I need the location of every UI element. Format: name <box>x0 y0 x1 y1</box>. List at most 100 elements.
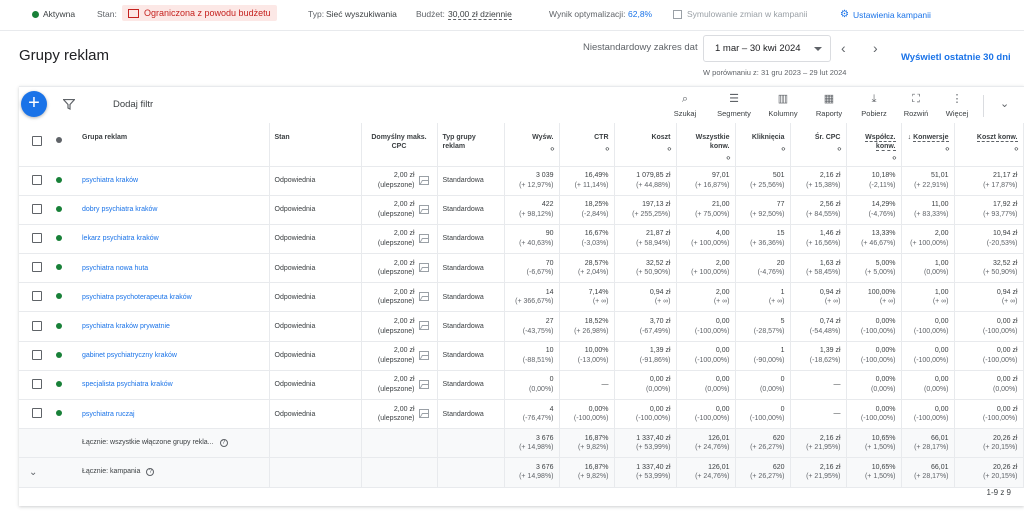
search-tool-label: Szukaj <box>673 109 697 118</box>
ad-group-name-link[interactable]: psychiatra nowa huta <box>77 253 270 284</box>
campaign-settings-link[interactable]: ⚙ Ustawienia kampanii <box>840 9 931 20</box>
view-last-30-days-button[interactable]: Wyświetl ostatnie 30 dni <box>901 52 1011 63</box>
download-icon: ⤓ <box>871 93 877 105</box>
reports-tool-button[interactable]: ▦ Raporty <box>805 93 853 118</box>
next-period-icon[interactable]: › <box>873 40 878 56</box>
row-checkbox[interactable] <box>32 320 42 331</box>
more-tool-button[interactable]: ⋮ Więcej <box>933 93 981 118</box>
bid-edit-icon[interactable] <box>418 175 429 185</box>
bid-edit-icon[interactable] <box>418 321 429 331</box>
col-cost[interactable]: Koszt ‹› <box>614 123 677 167</box>
columns-tool-button[interactable]: ▥ Kolumny <box>759 93 807 118</box>
row-checkbox[interactable] <box>32 262 42 273</box>
col-impressions[interactable]: Wyśw. ‹› <box>504 123 560 167</box>
default-cpc-cell[interactable]: 2,00 zł (ulepszone) <box>361 399 438 430</box>
bid-edit-icon[interactable] <box>418 292 429 302</box>
chevron-down-icon[interactable]: ⌄ <box>1000 97 1009 110</box>
col-clicks[interactable]: Kliknięcia ‹› <box>735 123 791 167</box>
row-checkbox[interactable] <box>32 203 42 214</box>
row-checkbox[interactable] <box>32 378 42 389</box>
default-cpc-cell[interactable]: 2,00 zł (ulepszone) <box>361 253 438 284</box>
simulate-changes-button[interactable]: Symulowanie zmian w kampanii <box>673 9 807 19</box>
col-status[interactable]: Stan <box>269 123 362 167</box>
bid-edit-icon[interactable] <box>418 204 429 214</box>
enabled-status-dot[interactable] <box>56 322 62 329</box>
col-avg-cpc[interactable]: Śr. CPC ‹› <box>790 123 847 167</box>
total-avgcpc-value: 2,16 zł <box>819 434 841 442</box>
default-cpc-cell[interactable]: 2,00 zł (ulepszone) <box>361 341 438 371</box>
ad-group-name-link[interactable]: psychiatra kraków prywatnie <box>77 311 270 342</box>
table-row[interactable]: psychiatra psychoterapeuta kraków Odpowie… <box>19 282 1024 313</box>
download-tool-button[interactable]: ⤓ Pobierz <box>850 93 898 118</box>
help-icon[interactable]: ? <box>219 439 228 448</box>
optimization-score[interactable]: 62,8% <box>628 9 652 19</box>
date-range-select[interactable]: 1 mar – 30 kwi 2024 <box>703 35 831 62</box>
bid-edit-icon[interactable] <box>418 409 429 418</box>
col-ctr[interactable]: CTR ‹› <box>559 123 615 167</box>
previous-period-icon[interactable]: ‹ <box>841 40 846 56</box>
ad-group-name-link[interactable]: gabinet psychiatryczny kraków <box>77 341 270 371</box>
ad-group-name-link[interactable]: psychiatra ruczaj <box>77 399 270 430</box>
chevron-down-icon[interactable]: ⌄ <box>29 467 37 478</box>
default-cpc-cell[interactable]: 2,00 zł (ulepszone) <box>361 311 438 342</box>
col-ad-group-type[interactable]: Typ grupy reklam <box>437 123 505 167</box>
col-ad-group[interactable]: Grupa reklam <box>77 123 270 167</box>
enabled-status-dot[interactable] <box>56 410 62 417</box>
table-row[interactable]: specjalista psychiatra kraków Odpowiednia… <box>19 370 1024 401</box>
row-checkbox[interactable] <box>32 232 42 243</box>
metric-ctr-change: (+ 11,14%) <box>574 181 609 189</box>
col-default-cpc[interactable]: Domyślny maks. CPC <box>361 123 438 167</box>
ad-group-name-link[interactable]: psychiatra psychoterapeuta kraków <box>77 282 270 313</box>
bid-edit-icon[interactable] <box>418 350 429 360</box>
enabled-status-dot[interactable] <box>56 234 62 241</box>
default-cpc-cell[interactable]: 2,00 zł (ulepszone) <box>361 224 438 255</box>
table-row[interactable]: psychiatra nowa huta Odpowiednia 2,00 zł (u… <box>19 253 1024 284</box>
enabled-status-dot[interactable] <box>56 264 62 271</box>
default-cpc-cell[interactable]: 2,00 zł (ulepszone) <box>361 282 438 313</box>
enabled-status-dot[interactable] <box>56 351 62 358</box>
total-convrate-change: (+ 1,50%) <box>864 444 896 452</box>
table-row[interactable]: psychiatra ruczaj Odpowiednia 2,00 zł (ulep… <box>19 399 1024 430</box>
col-conversion-rate[interactable]: Współcz. konw. ‹› <box>846 123 902 167</box>
ad-group-name-link[interactable]: dobry psychiatra kraków <box>77 195 270 225</box>
table-row[interactable]: lekarz psychiatra kraków Odpowiednia 2,00 … <box>19 224 1024 255</box>
bid-edit-icon[interactable] <box>418 379 429 389</box>
enabled-status-dot[interactable] <box>56 293 62 300</box>
table-row[interactable]: psychiatra kraków prywatnie Odpowiednia 2,… <box>19 311 1024 342</box>
row-checkbox[interactable] <box>32 291 42 302</box>
col-all-conversions[interactable]: Wszystkie konw. ‹› <box>676 123 736 167</box>
metric-conv-value: 0,00 <box>934 347 949 355</box>
ad-group-name-link[interactable]: lekarz psychiatra kraków <box>77 224 270 255</box>
ad-group-name-link[interactable]: psychiatra kraków <box>77 166 270 196</box>
default-cpc-cell[interactable]: 2,00 zł (ulepszone) <box>361 166 438 196</box>
enabled-status-dot[interactable] <box>56 380 62 387</box>
bid-edit-icon[interactable] <box>418 233 429 243</box>
row-checkbox[interactable] <box>32 349 42 360</box>
add-filter-input[interactable]: Dodaj filtr <box>113 99 153 110</box>
table-row[interactable]: gabinet psychiatryczny kraków Odpowiednia… <box>19 341 1024 371</box>
row-checkbox[interactable] <box>32 408 42 419</box>
metric-cost-value: 1 079,85 zł <box>636 172 671 180</box>
metric-impr-cell: 4 (-76,47%) <box>504 399 560 430</box>
table-row[interactable]: psychiatra kraków Odpowiednia 2,00 zł (ulep… <box>19 166 1024 196</box>
enabled-status-dot[interactable] <box>56 205 62 212</box>
filter-icon[interactable] <box>63 99 75 110</box>
bid-edit-icon[interactable] <box>418 263 429 273</box>
help-icon[interactable]: ? <box>146 468 155 477</box>
segments-tool-button[interactable]: ☰ Segmenty <box>710 93 758 118</box>
row-select-cell <box>19 253 51 284</box>
enabled-status-dot[interactable] <box>56 176 62 183</box>
row-checkbox[interactable] <box>32 174 42 185</box>
select-all-checkbox[interactable] <box>32 136 42 146</box>
default-cpc-cell[interactable]: 2,00 zł (ulepszone) <box>361 195 438 225</box>
ad-group-name-link[interactable]: specjalista psychiatra kraków <box>77 370 270 401</box>
add-ad-group-button[interactable]: + <box>21 91 47 117</box>
col-conversions[interactable]: ↓ Konwersje ‹› <box>901 123 955 167</box>
budget-limited-badge[interactable]: Ograniczona z powodu budżetu <box>122 5 277 21</box>
search-tool-button[interactable]: ⌕ Szukaj <box>661 93 709 118</box>
table-row[interactable]: dobry psychiatra kraków Odpowiednia 2,00 z… <box>19 195 1024 225</box>
campaign-status[interactable]: Aktywna <box>32 9 75 19</box>
col-cost-per-conversion[interactable]: Koszt konw. ‹› <box>954 123 1024 167</box>
default-cpc-cell[interactable]: 2,00 zł (ulepszone) <box>361 370 438 401</box>
budget-value[interactable]: 30,00 zł dziennie <box>448 9 512 20</box>
